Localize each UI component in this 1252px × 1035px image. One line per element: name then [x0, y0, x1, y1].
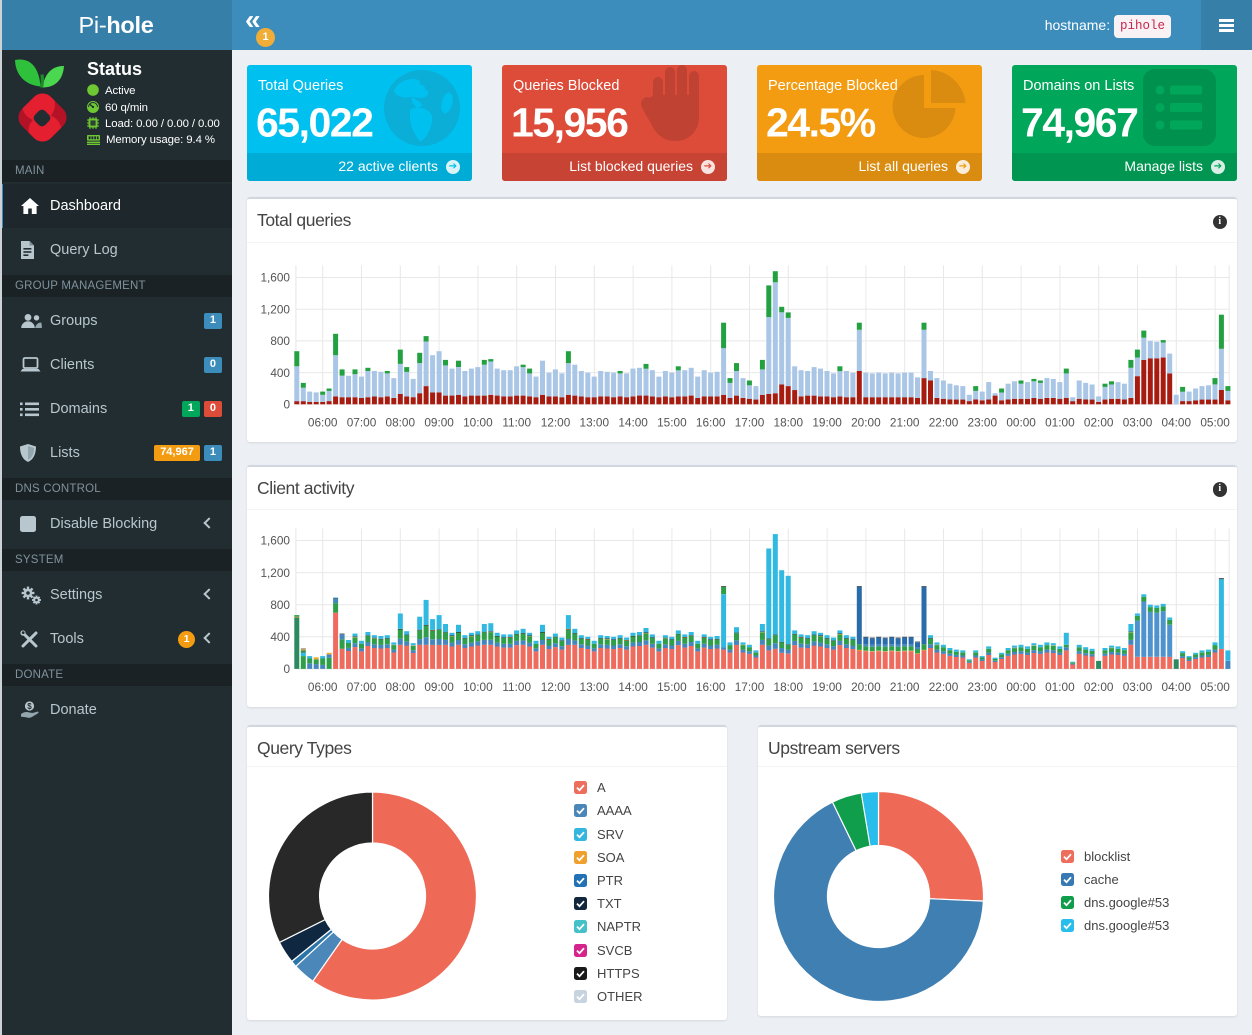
svg-text:11:00: 11:00	[502, 416, 531, 430]
svg-text:16:00: 16:00	[696, 416, 726, 430]
svg-text:18:00: 18:00	[774, 680, 804, 694]
svg-text:03:00: 03:00	[1123, 416, 1153, 430]
svg-text:800: 800	[270, 334, 290, 348]
svg-text:05:00: 05:00	[1200, 416, 1230, 430]
svg-text:01:00: 01:00	[1045, 416, 1075, 430]
svg-text:$: $	[27, 702, 32, 711]
svg-text:400: 400	[270, 366, 290, 380]
svg-text:14:00: 14:00	[618, 416, 648, 430]
svg-text:01:00: 01:00	[1045, 680, 1075, 694]
svg-text:19:00: 19:00	[812, 680, 842, 694]
svg-text:07:00: 07:00	[347, 416, 377, 430]
svg-text:08:00: 08:00	[386, 416, 416, 430]
svg-text:800: 800	[270, 597, 290, 611]
svg-text:09:00: 09:00	[424, 680, 454, 694]
svg-text:17:00: 17:00	[735, 416, 765, 430]
svg-text:20:00: 20:00	[851, 680, 881, 694]
svg-text:23:00: 23:00	[968, 680, 998, 694]
svg-text:0: 0	[283, 662, 290, 676]
svg-text:11:00: 11:00	[502, 680, 531, 694]
svg-text:02:00: 02:00	[1084, 680, 1114, 694]
svg-text:21:00: 21:00	[890, 680, 920, 694]
svg-text:1,600: 1,600	[260, 271, 290, 285]
svg-text:15:00: 15:00	[657, 416, 687, 430]
svg-text:06:00: 06:00	[308, 416, 338, 430]
svg-text:15:00: 15:00	[657, 680, 687, 694]
svg-text:02:00: 02:00	[1084, 416, 1114, 430]
svg-text:06:00: 06:00	[308, 680, 338, 694]
svg-text:1,200: 1,200	[260, 302, 290, 316]
svg-text:13:00: 13:00	[580, 680, 610, 694]
svg-text:0: 0	[283, 398, 290, 412]
svg-text:22:00: 22:00	[929, 680, 959, 694]
svg-text:08:00: 08:00	[386, 680, 416, 694]
svg-text:12:00: 12:00	[541, 416, 571, 430]
svg-text:21:00: 21:00	[890, 416, 920, 430]
svg-text:16:00: 16:00	[696, 680, 726, 694]
svg-text:04:00: 04:00	[1162, 680, 1192, 694]
svg-text:09:00: 09:00	[424, 416, 454, 430]
svg-text:07:00: 07:00	[347, 680, 377, 694]
svg-text:03:00: 03:00	[1123, 680, 1153, 694]
svg-text:23:00: 23:00	[968, 416, 998, 430]
svg-text:1,200: 1,200	[260, 565, 290, 579]
svg-text:00:00: 00:00	[1006, 680, 1036, 694]
svg-text:12:00: 12:00	[541, 680, 571, 694]
svg-text:13:00: 13:00	[580, 416, 610, 430]
svg-text:14:00: 14:00	[618, 680, 648, 694]
svg-text:10:00: 10:00	[463, 416, 493, 430]
svg-text:17:00: 17:00	[735, 680, 765, 694]
svg-text:19:00: 19:00	[812, 416, 842, 430]
svg-text:00:00: 00:00	[1006, 416, 1036, 430]
svg-text:10:00: 10:00	[463, 680, 493, 694]
svg-text:18:00: 18:00	[774, 416, 804, 430]
svg-text:05:00: 05:00	[1200, 680, 1230, 694]
svg-text:400: 400	[270, 630, 290, 644]
svg-text:04:00: 04:00	[1162, 416, 1192, 430]
svg-text:22:00: 22:00	[929, 416, 959, 430]
svg-text:1,600: 1,600	[260, 533, 290, 547]
svg-text:20:00: 20:00	[851, 416, 881, 430]
